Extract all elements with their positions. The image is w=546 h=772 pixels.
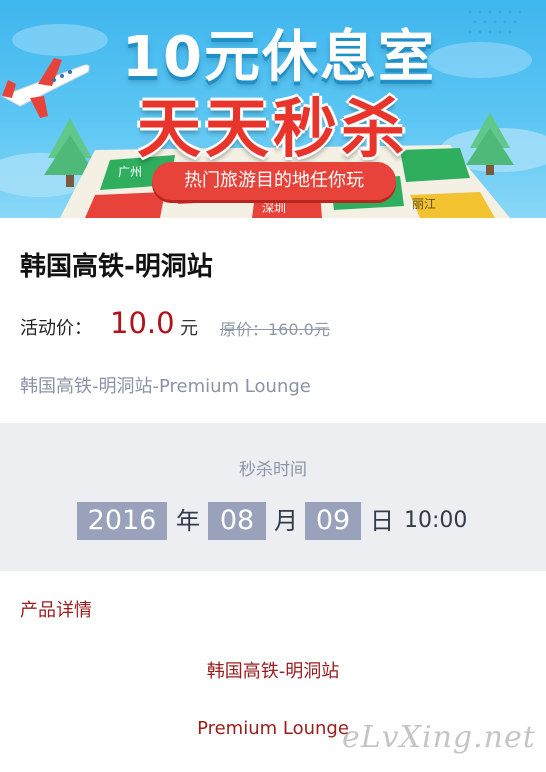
banner-tagline: 热门旅游目的地任你玩 xyxy=(152,162,396,200)
lounge-name: 韩国高铁-明洞站-Premium Lounge xyxy=(20,376,311,397)
details-heading: 产品详情 xyxy=(20,600,92,621)
day-unit: 日 xyxy=(370,507,394,535)
map-label: 丽江 xyxy=(412,197,436,211)
month-unit: 月 xyxy=(274,507,298,535)
price-label: 活动价： xyxy=(20,318,92,339)
month-box: 08 xyxy=(208,502,266,540)
original-price: 原价：160.0元 xyxy=(220,320,330,339)
product-title: 韩国高铁-明洞站 xyxy=(20,252,213,282)
promo-banner[interactable]: 广州 郑州 深圳 丽江 10元休息室 天天秒杀 热门旅游目的地任你玩 xyxy=(0,0,546,218)
watermark: eLvXing.net xyxy=(342,720,536,755)
airplane-icon xyxy=(0,58,90,118)
seckill-time-section: 秒杀时间 2016 年 08 月 09 日 10:00 xyxy=(0,423,546,571)
detail-line: 韩国高铁-明洞站 xyxy=(206,661,340,682)
year-box: 2016 xyxy=(77,502,167,540)
year-unit: 年 xyxy=(176,507,200,535)
seckill-clock-time: 10:00 xyxy=(404,508,468,533)
sale-price: 10.0 xyxy=(110,306,175,340)
map-label: 深圳 xyxy=(262,201,286,215)
price-unit: 元 xyxy=(180,318,198,339)
banner-subtitle: 天天秒杀 xyxy=(137,93,409,167)
day-box: 09 xyxy=(305,502,361,540)
seckill-time-label: 秒杀时间 xyxy=(239,460,307,480)
